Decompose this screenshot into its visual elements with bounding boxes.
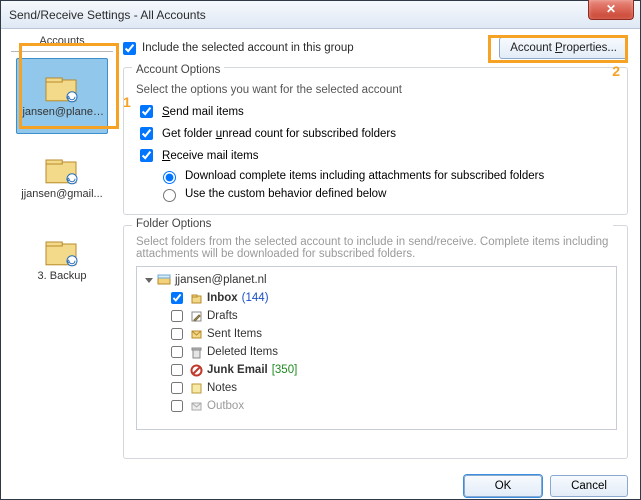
annotation-number-1: 1 (123, 94, 131, 110)
folder-checkbox[interactable] (171, 310, 183, 322)
folder-checkbox[interactable] (171, 328, 183, 340)
folder-icon (190, 310, 203, 323)
folder-name: Junk Email (207, 364, 268, 376)
folder-count: (144) (242, 292, 269, 304)
account-item[interactable]: jjansen@planet... (16, 58, 108, 134)
folder-tree-item[interactable]: Junk Email [350] (143, 361, 610, 379)
folder-checkbox[interactable] (171, 292, 183, 304)
include-account-checkbox[interactable]: Include the selected account in this gro… (123, 42, 354, 55)
radio-custom-behavior[interactable]: Use the custom behavior defined below (158, 186, 617, 202)
folder-icon (190, 328, 203, 341)
folder-tree[interactable]: jjansen@planet.nl Inbox (144) Drafts Sent … (136, 266, 617, 430)
account-folder-icon (44, 238, 80, 267)
accounts-sidebar: Accounts jjansen@planet... jjansen@gmail.… (11, 33, 113, 467)
folder-name: Outbox (207, 400, 244, 412)
dialog-window: Send/Receive Settings - All Accounts ✕ A… (0, 0, 641, 500)
receive-mail-checkbox[interactable]: Receive mail items (136, 146, 617, 165)
folder-checkbox[interactable] (171, 346, 183, 358)
folder-name: Drafts (207, 310, 238, 322)
folder-icon (190, 292, 203, 305)
folder-tree-item[interactable]: Drafts (143, 307, 610, 325)
folder-name: Notes (207, 382, 237, 394)
annotation-number-2: 2 (612, 63, 620, 79)
folder-tree-item[interactable]: Notes (143, 379, 610, 397)
account-folder-icon (44, 74, 80, 103)
main-panel: Include the selected account in this gro… (123, 33, 630, 467)
folder-tree-item[interactable]: Deleted Items (143, 343, 610, 361)
folder-icon (190, 364, 203, 377)
folder-tree-item[interactable]: Outbox (143, 397, 610, 415)
account-options-desc: Select the options you want for the sele… (136, 84, 617, 96)
radio-download-complete[interactable]: Download complete items including attach… (158, 168, 617, 184)
folder-tree-item[interactable]: Sent Items (143, 325, 610, 343)
account-folder-icon (44, 156, 80, 185)
folder-name: Deleted Items (207, 346, 278, 358)
account-item[interactable]: 3. Backup (16, 222, 108, 298)
account-options-group: Account Options Select the options you w… (123, 67, 628, 215)
folder-count: [350] (272, 364, 298, 376)
cancel-button[interactable]: Cancel (550, 475, 628, 497)
account-label: jjansen@planet... (18, 106, 106, 118)
account-label: jjansen@gmail... (19, 188, 104, 200)
tree-root-label: jjansen@planet.nl (175, 274, 267, 286)
send-mail-checkbox[interactable]: Send mail items (136, 102, 617, 121)
dialog-button-bar: OK Cancel (1, 467, 640, 497)
include-label-rest: nclude the selected account in this grou… (145, 42, 353, 54)
tree-root[interactable]: jjansen@planet.nl (143, 271, 610, 289)
titlebar[interactable]: Send/Receive Settings - All Accounts ✕ (1, 1, 640, 29)
folder-name: Sent Items (207, 328, 262, 340)
accounts-list: jjansen@planet... jjansen@gmail... 3. Back… (11, 52, 113, 298)
folder-options-desc: Select folders from the selected account… (136, 236, 617, 260)
close-button[interactable]: ✕ (588, 0, 634, 20)
account-root-icon (157, 273, 171, 288)
ok-button[interactable]: OK (464, 475, 542, 497)
accounts-header: Accounts (11, 33, 113, 52)
folder-icon (190, 400, 203, 413)
folder-checkbox[interactable] (171, 364, 183, 376)
folder-options-group: Folder Options Select folders from the s… (123, 225, 628, 459)
folder-checkbox[interactable] (171, 382, 183, 394)
account-options-title: Account Options (132, 64, 224, 76)
folder-name: Inbox (207, 292, 238, 304)
close-icon: ✕ (606, 2, 616, 16)
folder-icon (190, 382, 203, 395)
folder-icon (190, 346, 203, 359)
folder-options-title: Folder Options (132, 218, 613, 230)
account-label: 3. Backup (36, 270, 89, 282)
window-title: Send/Receive Settings - All Accounts (9, 8, 206, 22)
folder-checkbox[interactable] (171, 400, 183, 412)
folder-tree-item[interactable]: Inbox (144) (143, 289, 610, 307)
account-item[interactable]: jjansen@gmail... (16, 140, 108, 216)
account-properties-button[interactable]: Account Properties... (499, 37, 628, 59)
expand-icon[interactable] (145, 278, 153, 283)
unread-count-checkbox[interactable]: Get folder unread count for subscribed f… (136, 124, 617, 143)
